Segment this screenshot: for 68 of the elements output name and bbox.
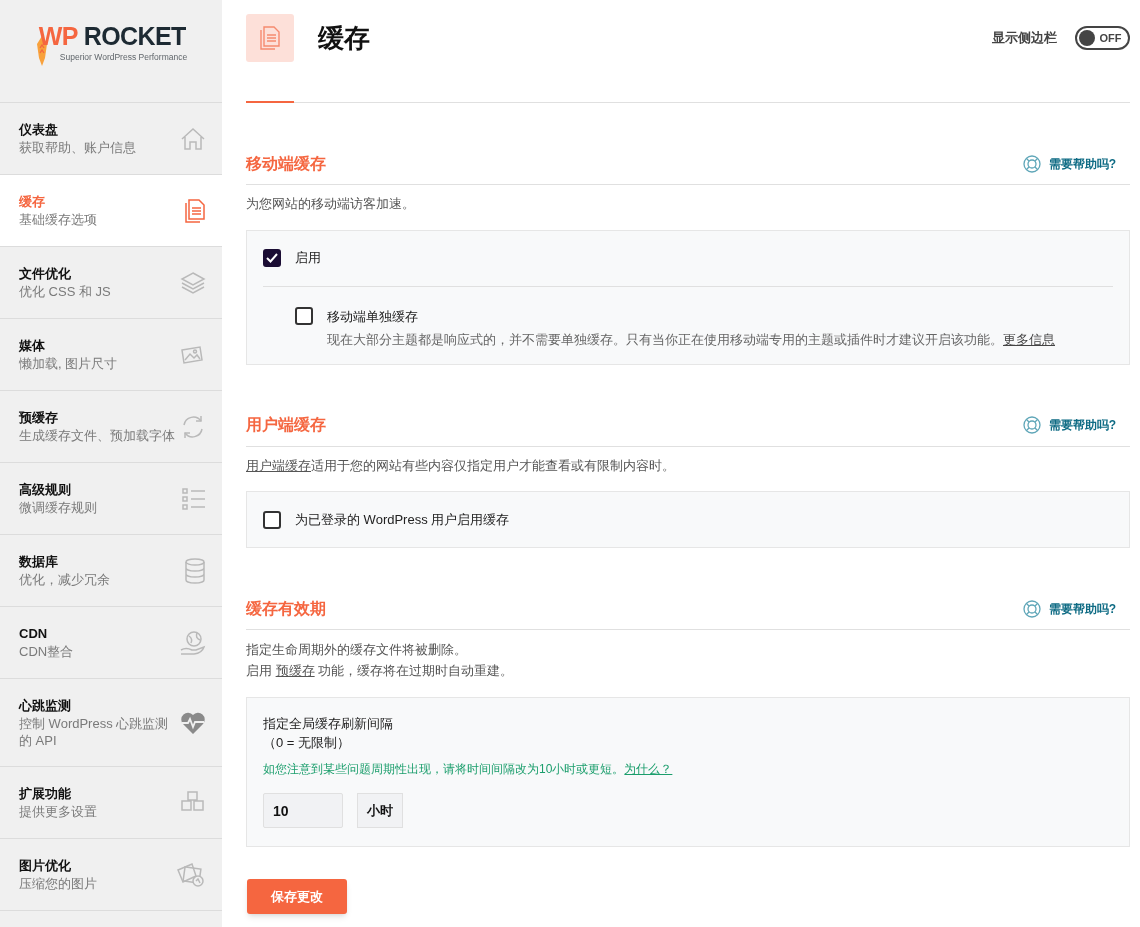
sidebar-item-title: 预缓存: [19, 409, 59, 427]
heartbeat-icon: [180, 710, 206, 735]
logo-tagline: Superior WordPress Performance: [59, 51, 188, 64]
sidebar-item-title: 缓存: [19, 193, 46, 211]
sidebar-item-title: 数据库: [19, 553, 59, 571]
checkbox[interactable]: [263, 249, 281, 267]
sidebar-item-title: 高级规则: [19, 481, 72, 499]
section-title: 移动端缓存: [246, 153, 326, 174]
sidebar-item-subtitle: CDN整合: [19, 643, 74, 660]
sidebar-item-subtitle: 优化，减少冗余: [19, 571, 110, 588]
toggle-label: 显示侧边栏: [992, 29, 1057, 48]
images-icon: [176, 861, 206, 888]
sidebar-item-title: 扩展功能: [19, 785, 72, 803]
user-cache-link[interactable]: 用户端缓存: [246, 457, 311, 473]
sidebar-item-title: 图片优化: [19, 857, 72, 875]
section-description: 启用 预缓存 功能，缓存将在过期时自动重建。: [246, 662, 515, 680]
checkbox[interactable]: [263, 510, 281, 529]
section-description: 指定生命周期外的缓存文件将被删除。: [246, 641, 468, 659]
warning-text: 如您注意到某些问题周期性出现，请将时间间隔改为10小时或更短。为什么？: [263, 761, 674, 778]
checklist-icon: [182, 487, 206, 510]
refresh-icon: [180, 413, 206, 440]
sidebar-item-subtitle: 获取帮助、账户信息: [19, 139, 136, 156]
image-icon: [180, 343, 206, 366]
layers-icon: [180, 270, 206, 295]
sidebar-item-subtitle: 微调缓存规则: [19, 499, 97, 516]
sidebar-item-title: 仪表盘: [19, 121, 59, 139]
sidebar-item-subtitle: 基础缓存选项: [19, 211, 97, 228]
option-label: 为已登录的 WordPress 用户启用缓存: [295, 510, 510, 529]
page-title: 缓存: [318, 21, 370, 55]
document-icon: [259, 25, 281, 51]
option-label: 启用: [295, 249, 321, 268]
option-label: 移动端单独缓存: [327, 307, 419, 326]
section-description: 用户端缓存适用于您的网站有些内容仅指定用户才能查看或有限制内容时。: [246, 456, 676, 475]
option-description: 现在大部分主题都是响应式的，并不需要单独缓存。只有当你正在使用移动端专用的主题或插件时才建议开启该功能。更多信息: [327, 331, 1055, 349]
more-info-link[interactable]: 更多信息: [1003, 332, 1055, 347]
sidebar-item-subtitle: 生成缓存文件、预加载字体: [19, 427, 175, 444]
sidebar-item-subtitle: 懒加载, 图片尺寸: [19, 355, 118, 372]
lifebuoy-icon: [1022, 416, 1041, 434]
field-hint: （0 = 无限制）: [263, 734, 352, 752]
help-link[interactable]: 需要帮助吗?: [1022, 416, 1116, 434]
database-icon: [184, 557, 206, 584]
sidebar-toggle[interactable]: OFF: [1075, 26, 1130, 50]
sidebar-item-title: 文件优化: [19, 265, 72, 283]
field-label: 指定全局缓存刷新间隔: [263, 715, 394, 733]
sidebar-item-subtitle: 提供更多设置: [19, 803, 97, 820]
logo-text: WP: [38, 24, 78, 49]
sidebar-item-title: 媒体: [19, 337, 46, 355]
home-icon: [180, 125, 206, 152]
document-icon: [184, 197, 206, 224]
logo-text: ROCKET: [83, 24, 186, 49]
sidebar-item-subtitle: 优化 CSS 和 JS: [19, 283, 111, 300]
unit-label: 小时: [357, 793, 403, 828]
lifebuoy-icon: [1022, 154, 1041, 173]
sidebar-item-title: CDN: [19, 625, 49, 643]
interval-input[interactable]: 10: [263, 793, 343, 828]
section-description: 为您网站的移动端访客加速。: [246, 195, 416, 213]
globe-hand-icon: [180, 629, 206, 656]
sidebar-item[interactable]: 缓存 基础缓存选项: [0, 175, 222, 247]
help-link[interactable]: 需要帮助吗?: [1022, 154, 1116, 173]
sidebar-item-subtitle: 压缩您的图片: [19, 875, 97, 892]
sidebar-item-title: 心跳监测: [19, 696, 72, 715]
section-title: 用户端缓存: [246, 415, 326, 435]
help-link[interactable]: 需要帮助吗?: [1022, 599, 1116, 618]
lifebuoy-icon: [1022, 599, 1041, 618]
checkbox[interactable]: [295, 306, 313, 325]
sidebar-item-subtitle: 控制 WordPress 心跳监测的 API: [19, 714, 170, 749]
section-title: 缓存有效期: [246, 598, 326, 619]
preload-link[interactable]: 预缓存: [275, 663, 315, 678]
